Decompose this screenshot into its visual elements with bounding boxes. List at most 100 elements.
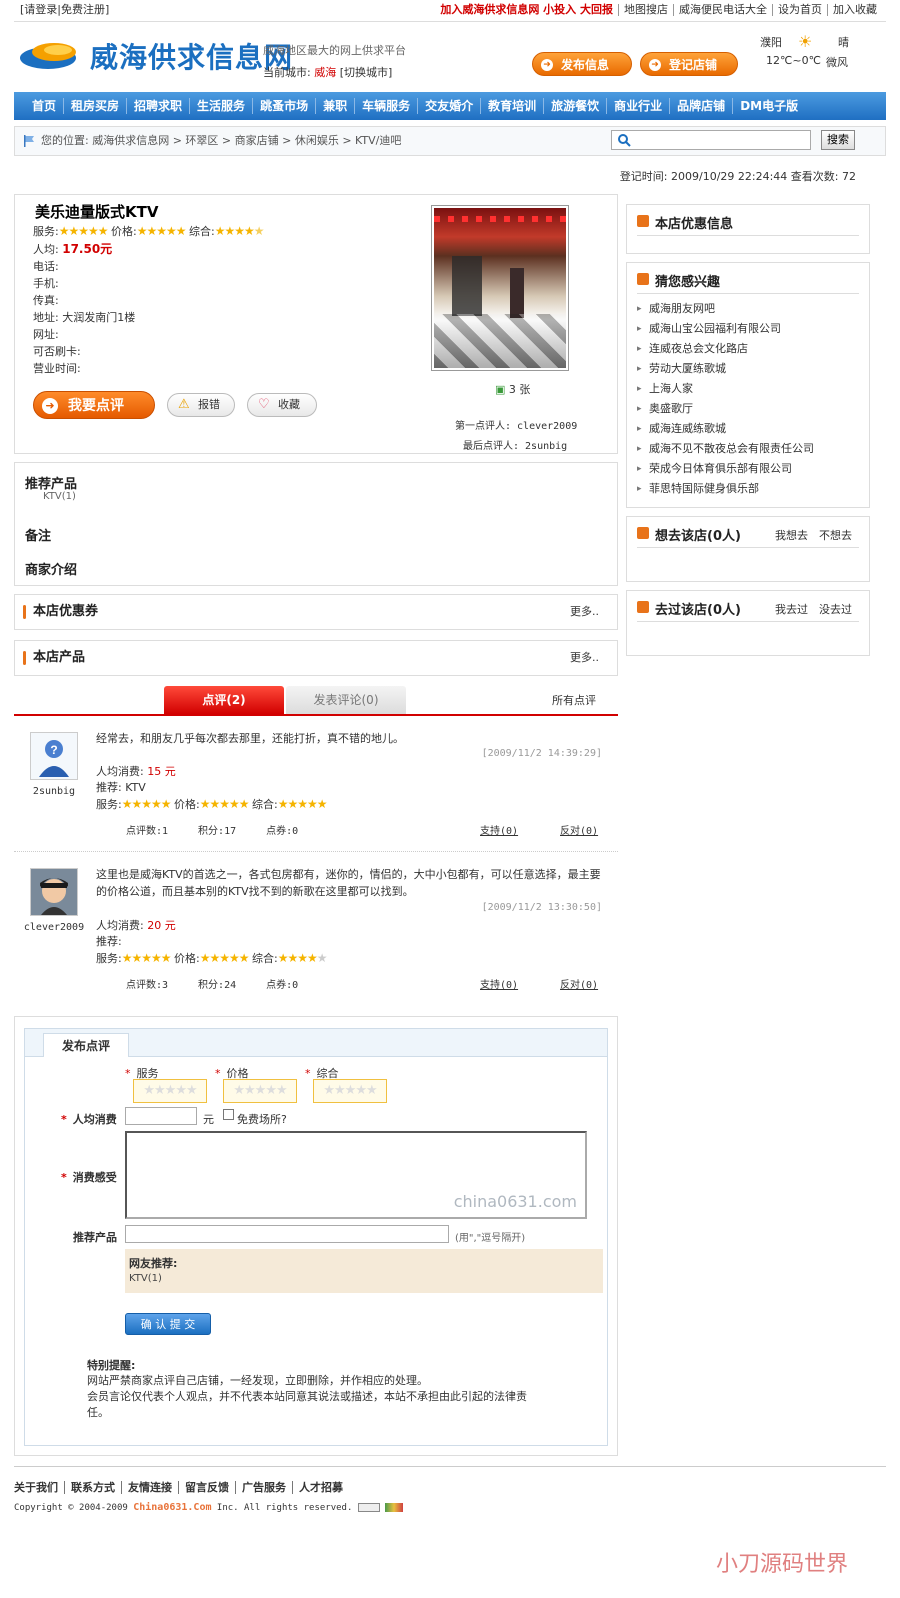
svg-text:?: ? [50, 743, 57, 757]
nav-item-business[interactable]: 商业行业 [607, 98, 671, 114]
all-reviews-link[interactable]: 所有点评 [552, 692, 596, 708]
nav-item-cars[interactable]: 车辆服务 [355, 98, 419, 114]
nav-item-life[interactable]: 生活服务 [190, 98, 254, 114]
first-reviewer: 第一点评人: clever2009 [455, 421, 578, 432]
avg-label: 人均: [33, 243, 59, 256]
last-reviewer: 最后点评人: 2sunbig [463, 441, 568, 452]
netizen-item[interactable]: KTV(1) [129, 1273, 162, 1284]
interest-item[interactable]: 菲思特国际健身俱乐部 [637, 479, 814, 499]
arrow-right-icon: ➜ [42, 398, 58, 414]
recommend-product-input[interactable] [125, 1225, 449, 1243]
footer-link-about[interactable]: 关于我们 [14, 1481, 64, 1494]
top-link-map[interactable]: 地图搜店 [618, 4, 673, 16]
interest-item[interactable]: 荣成今日体育俱乐部有限公司 [637, 459, 814, 479]
report-error-button[interactable]: ⚠ 报错 [167, 393, 235, 417]
breadcrumb-path[interactable]: 威海供求信息网 > 环翠区 > 商家店铺 > 休闲娱乐 > KTV/迪吧 [92, 134, 401, 147]
feeling-textarea[interactable]: china0631.com [125, 1131, 587, 1219]
review-recommend: 推荐: [96, 935, 122, 948]
nav-item-parttime[interactable]: 兼职 [316, 98, 356, 114]
search-button[interactable]: 搜索 [821, 130, 855, 150]
tab-publish-review[interactable]: 发布点评 [43, 1033, 129, 1057]
top-link-home[interactable]: 设为首页 [772, 4, 827, 16]
footer-link-feedback[interactable]: 留言反馈 [178, 1481, 235, 1494]
register-shop-button[interactable]: ➜ 登记店铺 [640, 52, 738, 76]
shop-photo[interactable] [431, 205, 569, 371]
nav-item-market[interactable]: 跳蚤市场 [253, 98, 317, 114]
main-nav: 首页 租房买房 招聘求职 生活服务 跳蚤市场 兼职 车辆服务 交友婚介 教育培训… [14, 92, 886, 120]
footer-link-jobs[interactable]: 人才招募 [292, 1481, 349, 1494]
not-want-go-link[interactable]: 不想去 [819, 527, 852, 543]
overall-stars-icon: ★★★★★ [277, 797, 328, 811]
shop-name: 美乐迪量版式KTV [35, 203, 159, 221]
avg-cost-input[interactable] [125, 1107, 197, 1125]
support-link[interactable]: 支持(0) [480, 822, 518, 837]
favorite-button[interactable]: ♡ 收藏 [247, 393, 317, 417]
products-more-link[interactable]: 更多.. [570, 641, 599, 675]
coupon-section: 本店优惠券 更多.. [14, 594, 618, 630]
search-icon [618, 134, 631, 147]
interest-item[interactable]: 威海山宝公园福利有限公司 [637, 319, 814, 339]
nav-item-brands[interactable]: 品牌店铺 [670, 98, 734, 114]
been-link[interactable]: 我去过 [775, 601, 808, 617]
watermark-text: china0631.com [453, 1192, 577, 1211]
nav-item-home[interactable]: 首页 [14, 98, 65, 114]
tab-reviews[interactable]: 点评(2) [164, 686, 284, 714]
site-slogan: 威海地区最大的网上供求平台 [263, 44, 406, 57]
photo-count[interactable]: ▣ 3 张 [495, 381, 530, 397]
interest-item[interactable]: 威海朋友网吧 [637, 299, 814, 319]
top-link-fav[interactable]: 加入收藏 [827, 4, 882, 16]
rate-price-input[interactable]: ★★★★★ [223, 1079, 297, 1103]
oppose-link[interactable]: 反对(0) [560, 822, 598, 837]
nav-item-housing[interactable]: 租房买房 [64, 98, 128, 114]
rights-text: Inc. All rights reserved. [216, 1503, 353, 1513]
nav-item-travel[interactable]: 旅游餐饮 [544, 98, 608, 114]
reviewer-name[interactable]: 2sunbig [22, 786, 86, 797]
avg-cost-label: * 人均消费 [61, 1113, 117, 1126]
interest-item[interactable]: 连威夜总会文化路店 [637, 339, 814, 359]
want-go-link[interactable]: 我想去 [775, 527, 808, 543]
avatar[interactable]: ? [30, 732, 78, 780]
interest-item[interactable]: 威海连威练歌城 [637, 419, 814, 439]
search-input[interactable] [611, 130, 811, 150]
sidebar-offers: 本店优惠信息 [626, 204, 870, 254]
footer-brand[interactable]: China0631.Com [133, 1502, 211, 1513]
products-section: 本店产品 更多.. [14, 640, 618, 676]
rate-service-input[interactable]: ★★★★★ [133, 1079, 207, 1103]
publish-button[interactable]: ➜ 发布信息 [532, 52, 632, 76]
write-review-button[interactable]: ➜ 我要点评 [33, 391, 155, 419]
rate-overall-input[interactable]: ★★★★★ [313, 1079, 387, 1103]
cnzz-badge-icon[interactable] [357, 1503, 380, 1512]
interest-item[interactable]: 劳动大厦练歌城 [637, 359, 814, 379]
nav-item-dating[interactable]: 交友婚介 [418, 98, 482, 114]
footer-link-friends[interactable]: 友情连接 [121, 1481, 178, 1494]
interest-item[interactable]: 奥盛歌厅 [637, 399, 814, 419]
reviewer-name[interactable]: clever2009 [22, 922, 86, 933]
register-link[interactable]: |免费注册] [57, 3, 109, 16]
coupon-more-link[interactable]: 更多.. [570, 595, 599, 629]
nav-item-dm[interactable]: DM电子版 [733, 98, 805, 114]
offers-title: 本店优惠信息 [655, 217, 734, 232]
oppose-link[interactable]: 反对(0) [560, 976, 598, 991]
overall-stars-icon: ★★★★★ [214, 224, 265, 238]
not-been-link[interactable]: 没去过 [819, 601, 852, 617]
stats-badge-icon[interactable] [385, 1503, 404, 1512]
footer-link-ads[interactable]: 广告服务 [235, 1481, 292, 1494]
support-link[interactable]: 支持(0) [480, 976, 518, 991]
weather-city: 濮阳 [760, 36, 782, 49]
nav-item-education[interactable]: 教育培训 [481, 98, 545, 114]
free-venue-checkbox[interactable] [223, 1109, 234, 1120]
footer-link-contact[interactable]: 联系方式 [64, 1481, 121, 1494]
shop-fax: 传真: [33, 294, 59, 307]
nav-item-jobs[interactable]: 招聘求职 [127, 98, 191, 114]
top-link-phone[interactable]: 威海便民电话大全 [673, 4, 772, 16]
interest-item[interactable]: 上海人家 [637, 379, 814, 399]
switch-city-link[interactable]: [切换城市] [340, 66, 393, 79]
login-link[interactable]: [请登录 [20, 3, 57, 16]
tab-discussion[interactable]: 发表评论(0) [286, 686, 406, 714]
avatar[interactable] [30, 868, 78, 916]
interest-item[interactable]: 威海不见不散夜总会有限责任公司 [637, 439, 814, 459]
review-time: [2009/11/2 13:30:50] [481, 902, 602, 913]
breadcrumb-prefix: 您的位置: [41, 134, 89, 147]
submit-button[interactable]: 确 认 提 交 [125, 1313, 211, 1335]
promo-link[interactable]: 加入威海供求信息网 小投入 大回报 [435, 4, 618, 16]
